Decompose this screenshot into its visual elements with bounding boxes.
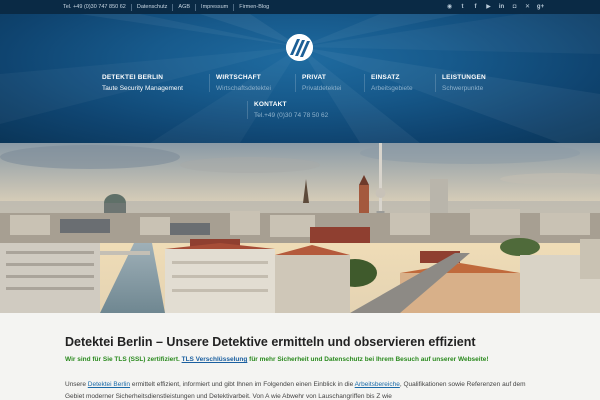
- nav-title: KONTAKT: [254, 101, 287, 108]
- page-heading: Detektei Berlin – Unsere Detektive ermit…: [65, 335, 476, 349]
- berlin-skyline-illustration: [0, 143, 600, 313]
- firmen-blog-link[interactable]: Firmen-Blog: [234, 4, 274, 10]
- social-links: ◉ t f ▶ in ◘ ✕ g+: [446, 0, 544, 14]
- main-content: Detektei Berlin – Unsere Detektive ermit…: [0, 313, 600, 400]
- nav-title: LEISTUNGEN: [442, 74, 486, 81]
- nav-item-einsatz[interactable]: EINSATZ Arbeitsgebiete: [364, 74, 413, 92]
- intro-text: ermittelt effizient, informiert und gibt…: [130, 381, 355, 388]
- twitter-icon[interactable]: t: [459, 4, 466, 11]
- nav-subtitle: Taute Security Management: [102, 85, 183, 92]
- facebook-icon[interactable]: f: [472, 4, 479, 11]
- rss-icon[interactable]: ◉: [446, 4, 453, 11]
- nav-title: EINSATZ: [371, 74, 400, 81]
- detektei-berlin-link[interactable]: Detektei Berlin: [88, 381, 130, 388]
- nav-item-detektei-berlin[interactable]: DETEKTEI BERLIN Taute Security Managemen…: [102, 74, 183, 92]
- top-bar: Tel. +49 (0)30 747 850 62 Datenschutz AG…: [0, 0, 600, 14]
- phone-link[interactable]: Tel. +49 (0)30 747 850 62: [58, 4, 131, 10]
- nav-title: PRIVAT: [302, 74, 327, 81]
- ssl-text: für mehr: [247, 356, 278, 363]
- nav-item-kontakt[interactable]: KONTAKT Tel.+49 (0)30 74 78 50 62: [247, 101, 328, 119]
- nav-subtitle: Schwerpunkte: [442, 85, 484, 92]
- intro-paragraph: Unsere Detektei Berlin ermittelt effizie…: [65, 379, 535, 400]
- site-header: DETEKTEI BERLIN Taute Security Managemen…: [0, 14, 600, 143]
- main-nav: DETEKTEI BERLIN Taute Security Managemen…: [0, 14, 600, 143]
- nav-subtitle: Tel.+49 (0)30 74 78 50 62: [254, 112, 329, 119]
- google-plus-icon[interactable]: g+: [537, 4, 544, 11]
- nav-title: DETEKTEI BERLIN: [102, 74, 164, 81]
- tls-link[interactable]: TLS Verschlüsselung: [182, 356, 248, 363]
- intro-text: Unsere: [65, 381, 88, 388]
- xing-icon[interactable]: ✕: [524, 4, 531, 11]
- nav-subtitle: Arbeitsgebiete: [371, 85, 413, 92]
- nav-item-wirtschaft[interactable]: WIRTSCHAFT Wirtschaftsdetektei: [209, 74, 271, 92]
- linkedin-icon[interactable]: in: [498, 4, 505, 11]
- nav-title: WIRTSCHAFT: [216, 74, 261, 81]
- arbeitsbereiche-link[interactable]: Arbeitsbereiche: [355, 381, 400, 388]
- youtube-icon[interactable]: ▶: [485, 4, 492, 11]
- impressum-link[interactable]: Impressum: [196, 4, 233, 10]
- nav-subtitle: Privatdetektei: [302, 85, 342, 92]
- agb-link[interactable]: AGB: [173, 4, 195, 10]
- nav-subtitle: Wirtschaftsdetektei: [216, 85, 271, 92]
- ssl-text: bei Ihrem Besuch auf unserer Webseite!: [362, 356, 489, 363]
- nav-item-leistungen[interactable]: LEISTUNGEN Schwerpunkte: [435, 74, 486, 92]
- top-links: Tel. +49 (0)30 747 850 62 Datenschutz AG…: [58, 0, 274, 14]
- datenschutz-link[interactable]: Datenschutz: [132, 4, 173, 10]
- instagram-icon[interactable]: ◘: [511, 4, 518, 11]
- ssl-notice: Wir sind für Sie TLS (SSL) zertifiziert.…: [65, 356, 489, 363]
- ssl-text: Wir sind für Sie TLS (SSL) zertifiziert.: [65, 356, 182, 363]
- ssl-text-bold: Sicherheit und Datenschutz: [277, 356, 363, 363]
- nav-item-privat[interactable]: PRIVAT Privatdetektei: [295, 74, 341, 92]
- hero-city-image: [0, 143, 600, 313]
